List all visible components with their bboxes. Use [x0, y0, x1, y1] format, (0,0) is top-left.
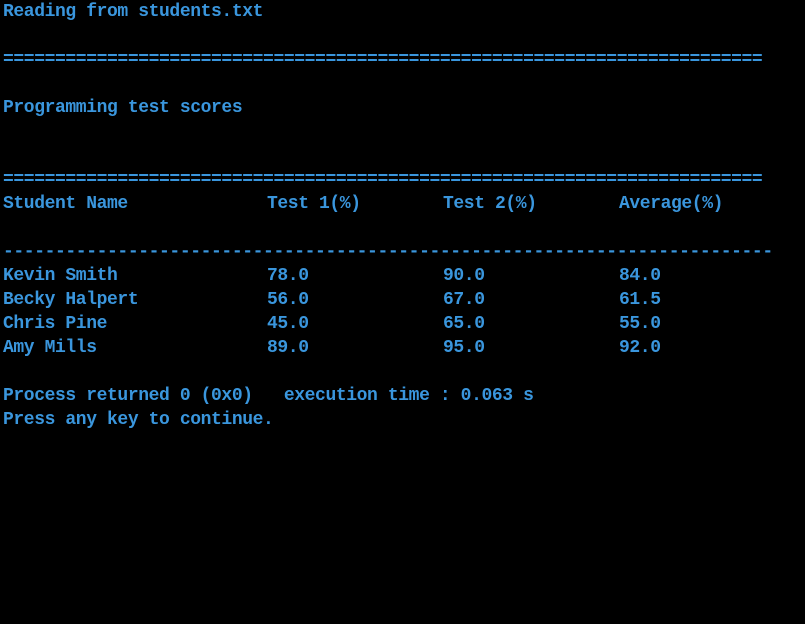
- student-name-cell: Kevin Smith: [3, 266, 118, 286]
- test1-cell: 89.0: [267, 338, 309, 358]
- student-name-cell: Becky Halpert: [3, 290, 139, 310]
- table-row: Chris Pine 45.0 65.0 55.0: [3, 312, 803, 336]
- separator-dashes: ----------------------------------------…: [3, 242, 773, 262]
- process-returned-line: Process returned 0 (0x0) execution time …: [3, 386, 534, 406]
- column-header-test2: Test 2(%): [443, 194, 537, 214]
- test2-cell: 90.0: [443, 266, 485, 286]
- average-cell: 84.0: [619, 266, 661, 286]
- student-name-cell: Chris Pine: [3, 314, 108, 334]
- column-header-student-name: Student Name: [3, 194, 128, 214]
- test2-cell: 65.0: [443, 314, 485, 334]
- press-any-key-line: Press any key to continue.: [3, 410, 274, 430]
- console-window: Reading from students.txt ==============…: [3, 0, 803, 624]
- separator-equals-top: ========================================…: [3, 50, 763, 70]
- table-title: Programming test scores: [3, 98, 243, 118]
- test1-cell: 56.0: [267, 290, 309, 310]
- test1-cell: 45.0: [267, 314, 309, 334]
- average-cell: 61.5: [619, 290, 661, 310]
- separator-equals-bottom: ========================================…: [3, 170, 763, 190]
- table-row: Amy Mills 89.0 95.0 92.0: [3, 336, 803, 360]
- test2-cell: 67.0: [443, 290, 485, 310]
- student-name-cell: Amy Mills: [3, 338, 97, 358]
- test1-cell: 78.0: [267, 266, 309, 286]
- table-row: Kevin Smith 78.0 90.0 84.0: [3, 264, 803, 288]
- column-header-test1: Test 1(%): [267, 194, 361, 214]
- test2-cell: 95.0: [443, 338, 485, 358]
- reading-line: Reading from students.txt: [3, 2, 264, 22]
- table-header-row: Student Name Test 1(%) Test 2(%) Average…: [3, 192, 803, 216]
- average-cell: 92.0: [619, 338, 661, 358]
- average-cell: 55.0: [619, 314, 661, 334]
- column-header-average: Average(%): [619, 194, 724, 214]
- table-row: Becky Halpert 56.0 67.0 61.5: [3, 288, 803, 312]
